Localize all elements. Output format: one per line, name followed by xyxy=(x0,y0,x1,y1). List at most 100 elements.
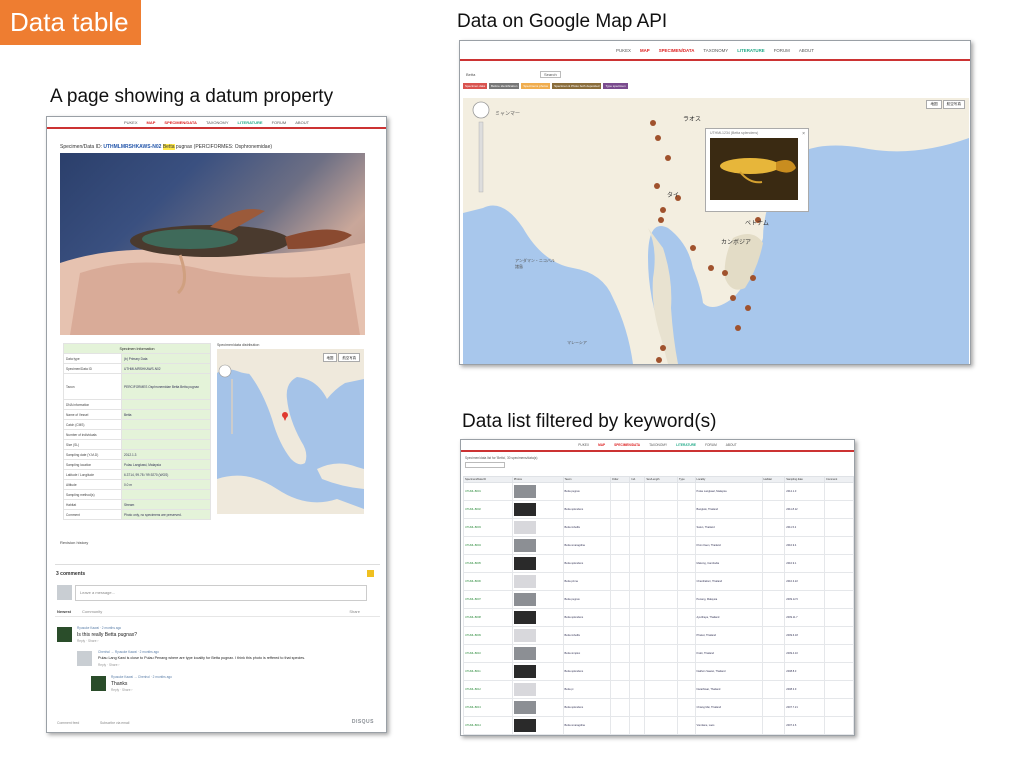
photo-thumbnail[interactable] xyxy=(513,484,536,498)
list-cell-photo[interactable] xyxy=(511,518,564,537)
list-cell-taxon[interactable]: Betta prima xyxy=(562,572,611,591)
map-type-button-satellite[interactable]: 航空写真 xyxy=(942,100,965,109)
table-row[interactable]: UTHML-B013 Betta splendens Chiang Mai, Tha… xyxy=(463,698,854,717)
list-cell-taxon[interactable]: Betta pugnax xyxy=(562,590,611,609)
nav-about[interactable]: ABOUT xyxy=(295,120,309,125)
list-cell-photo[interactable] xyxy=(511,626,564,645)
photo-thumbnail[interactable] xyxy=(513,700,536,714)
list-cell-taxon[interactable]: Betta splendens xyxy=(562,662,611,681)
nav-taxonomy[interactable]: TAXONOMY xyxy=(649,443,667,447)
nav-about[interactable]: ABOUT xyxy=(799,48,814,53)
map-search-button[interactable]: Search xyxy=(540,71,561,78)
list-cell-id[interactable]: UTHML-B014 xyxy=(463,716,513,735)
table-row[interactable]: UTHML-B012 Betta pi Narathiwat, Thailand 20… xyxy=(463,680,854,699)
tab-newest[interactable]: Newest xyxy=(57,609,71,614)
share-button[interactable]: Share xyxy=(349,609,360,614)
list-cell-taxon[interactable]: Betta splendens xyxy=(562,698,611,717)
list-cell-id[interactable]: UTHML-B013 xyxy=(463,698,513,717)
nav-pukex[interactable]: PUKEX xyxy=(616,48,631,53)
table-row[interactable]: UTHML-B005 Betta splendens Mekong, Cambodi… xyxy=(463,554,854,573)
table-row[interactable]: UTHML-B010 Betta simplex Krabi, Thailand 20… xyxy=(463,644,854,663)
list-cell-taxon[interactable]: Betta imbellis xyxy=(562,626,611,645)
list-cell-taxon[interactable]: Betta splendens xyxy=(562,554,611,573)
photo-thumbnail[interactable] xyxy=(513,664,536,678)
list-cell-photo[interactable] xyxy=(511,644,564,663)
nav-map[interactable]: MAP xyxy=(598,443,605,447)
list-cell-photo[interactable] xyxy=(511,698,564,717)
list-cell-photo[interactable] xyxy=(511,554,564,573)
list-cell-taxon[interactable]: Betta pi xyxy=(562,680,611,699)
distribution-map[interactable]: 地図 航空写真 xyxy=(217,349,364,514)
list-cell-id[interactable]: UTHML-B011 xyxy=(463,662,513,681)
table-row[interactable]: UTHML-B009 Betta imbellis Phuket, Thailand… xyxy=(463,626,854,645)
comment-actions[interactable]: Reply · Share › xyxy=(77,639,98,643)
list-cell-photo[interactable] xyxy=(511,662,564,681)
list-cell-id[interactable]: UTHML-B008 xyxy=(463,608,513,627)
list-cell-photo[interactable] xyxy=(511,680,564,699)
photo-thumbnail[interactable] xyxy=(513,646,536,660)
list-cell-photo[interactable] xyxy=(511,482,564,501)
list-cell-id[interactable]: UTHML-B009 xyxy=(463,626,513,645)
list-search-input[interactable] xyxy=(465,462,505,468)
nav-about[interactable]: ABOUT xyxy=(726,443,737,447)
list-cell-id[interactable]: UTHML-B004 xyxy=(463,536,513,555)
nav-literature[interactable]: LITERATURE xyxy=(238,120,263,125)
legend-item[interactable]: Type specimen xyxy=(603,83,628,89)
photo-thumbnail[interactable] xyxy=(513,556,536,570)
list-cell-id[interactable]: UTHML-B002 xyxy=(463,500,513,519)
comment-feed-link[interactable]: Comment feed xyxy=(57,721,79,725)
table-row[interactable]: UTHML-B001 Betta pugnax Pulau Langkawi, Ma… xyxy=(463,482,854,501)
nav-taxonomy[interactable]: TAXONOMY xyxy=(703,48,728,53)
legend-item[interactable]: Specimen data xyxy=(463,83,488,89)
table-row[interactable]: UTHML-B014 Betta smaragdina Vientiane, Lao… xyxy=(463,716,854,735)
tab-community[interactable]: Community xyxy=(82,609,102,614)
map-search-input[interactable]: Betta xyxy=(466,72,475,77)
list-cell-photo[interactable] xyxy=(511,572,564,591)
google-map[interactable]: ミャンマー ラオス タイ ベトナム カンボジア アンダマン・ニコバル諸島 マレー… xyxy=(463,98,969,364)
map-type-button-satellite[interactable]: 航空写真 xyxy=(338,353,360,362)
photo-thumbnail[interactable] xyxy=(513,574,536,588)
nav-forum[interactable]: FORUM xyxy=(774,48,790,53)
list-cell-id[interactable]: UTHML-B005 xyxy=(463,554,513,573)
comment-actions[interactable]: Reply · Share › xyxy=(111,688,132,692)
legend-item[interactable]: Specimens photos xyxy=(521,83,551,89)
legend-item[interactable]: Before identification xyxy=(489,83,520,89)
nav-forum[interactable]: FORUM xyxy=(705,443,717,447)
table-row[interactable]: UTHML-B011 Betta splendens Nakhon Sawan, T… xyxy=(463,662,854,681)
nav-specimen[interactable]: SPECIMEN/DATA xyxy=(164,120,197,125)
map-type-button-map[interactable]: 地図 xyxy=(322,353,338,362)
list-cell-taxon[interactable]: Betta imbellis xyxy=(562,518,611,537)
nav-literature[interactable]: LITERATURE xyxy=(676,443,696,447)
nav-taxonomy[interactable]: TAXONOMY xyxy=(206,120,229,125)
star-icon[interactable] xyxy=(367,570,374,577)
map-type-button-map[interactable]: 地図 xyxy=(926,100,942,109)
list-cell-taxon[interactable]: Betta splendens xyxy=(562,500,611,519)
nav-map[interactable]: MAP xyxy=(640,48,650,53)
list-cell-taxon[interactable]: Betta pugnax xyxy=(562,482,611,501)
subscribe-link[interactable]: Subscribe via email xyxy=(100,721,129,725)
comment-actions[interactable]: Reply · Share › xyxy=(98,663,119,667)
table-row[interactable]: UTHML-B003 Betta imbellis Satun, Thailand 2… xyxy=(463,518,854,537)
list-cell-photo[interactable] xyxy=(511,716,564,735)
photo-thumbnail[interactable] xyxy=(513,538,536,552)
nav-forum[interactable]: FORUM xyxy=(272,120,287,125)
list-cell-photo[interactable] xyxy=(511,500,564,519)
nav-specimen[interactable]: SPECIMEN/DATA xyxy=(614,443,640,447)
photo-thumbnail[interactable] xyxy=(513,718,536,732)
table-row[interactable]: UTHML-B002 Betta splendens Bangkok, Thaila… xyxy=(463,500,854,519)
list-cell-taxon[interactable]: Betta smaragdina xyxy=(562,536,611,555)
marker-info-popup[interactable]: UTHML1234 (Betta splendens) × xyxy=(705,128,809,212)
comment-input[interactable]: Leave a message... xyxy=(75,585,367,601)
list-cell-id[interactable]: UTHML-B007 xyxy=(463,590,513,609)
close-icon[interactable]: × xyxy=(802,131,805,137)
list-cell-taxon[interactable]: Betta simplex xyxy=(562,644,611,663)
list-cell-id[interactable]: UTHML-B012 xyxy=(463,680,513,699)
photo-thumbnail[interactable] xyxy=(513,682,536,696)
nav-pukex[interactable]: PUKEX xyxy=(124,120,138,125)
specimen-id[interactable]: UTHMLMRSHKAWS-N02 xyxy=(103,144,161,150)
nav-map[interactable]: MAP xyxy=(147,120,156,125)
revision-history-link[interactable]: Revision history xyxy=(60,540,88,545)
photo-thumbnail[interactable] xyxy=(513,610,536,624)
list-cell-id[interactable]: UTHML-B010 xyxy=(463,644,513,663)
list-cell-photo[interactable] xyxy=(511,590,564,609)
